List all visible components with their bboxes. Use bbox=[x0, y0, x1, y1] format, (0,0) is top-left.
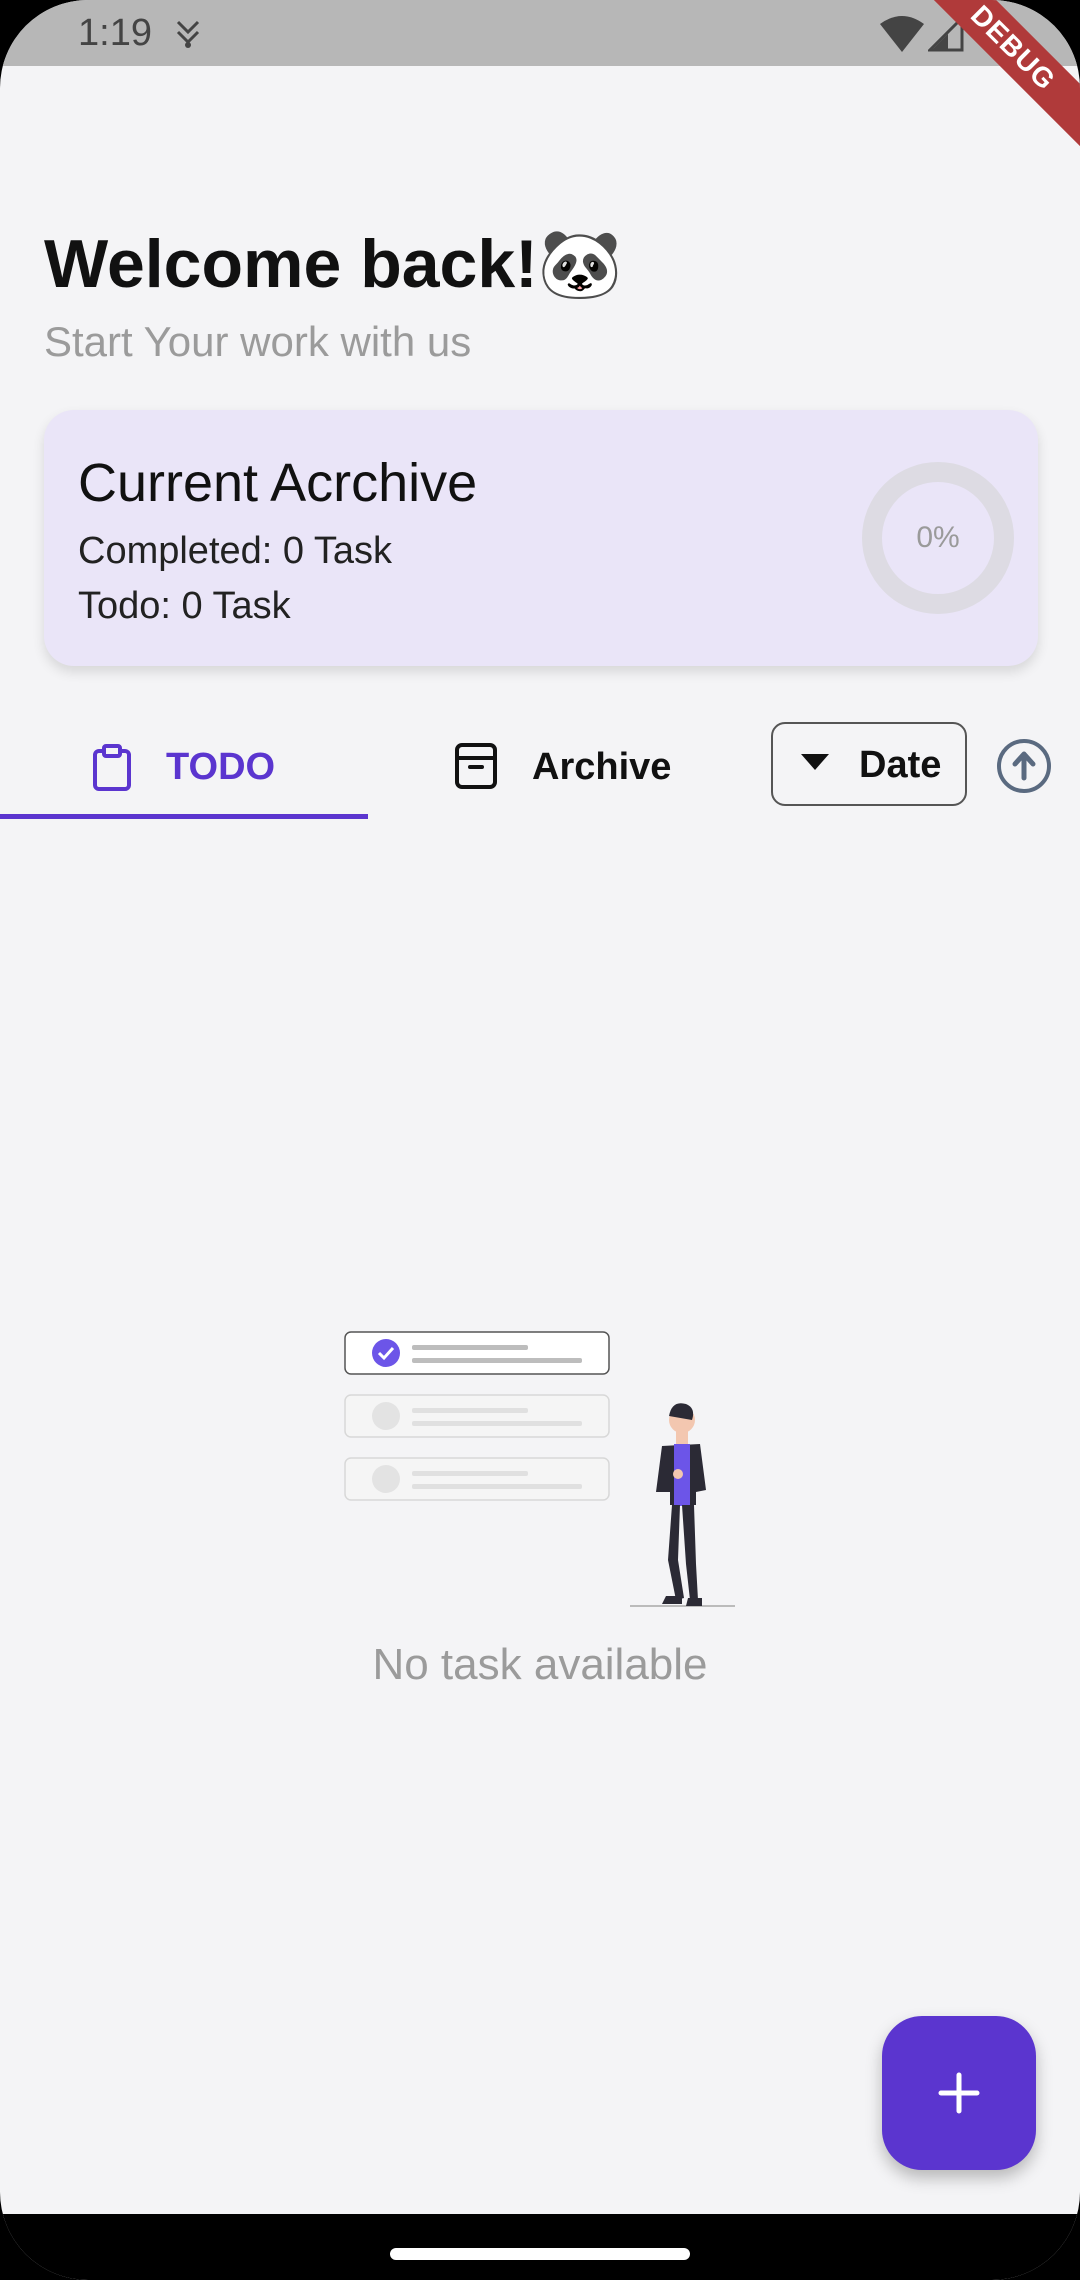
notification-icon bbox=[176, 20, 200, 48]
tab-archive-label: Archive bbox=[532, 746, 672, 788]
sort-dropdown[interactable]: Date bbox=[771, 722, 967, 806]
sort-label: Date bbox=[859, 744, 942, 786]
card-title: Current Acrchive bbox=[78, 453, 478, 513]
add-task-button[interactable] bbox=[882, 2016, 1036, 2170]
clipboard-icon bbox=[93, 744, 131, 791]
empty-state-message: No task available bbox=[372, 1640, 708, 1689]
status-bar: 1:19 DEBUG bbox=[0, 0, 1080, 152]
tab-todo[interactable]: TODO bbox=[0, 718, 368, 818]
page-subtitle: Start Your work with us bbox=[44, 318, 472, 365]
archive-box-icon bbox=[455, 743, 497, 789]
app-screen: 1:19 DEBUG Welcome back!🐼 Start Your wor… bbox=[0, 0, 1080, 2280]
home-indicator[interactable] bbox=[390, 2248, 690, 2260]
status-time: 1:19 bbox=[78, 12, 152, 54]
wifi-icon bbox=[880, 16, 924, 52]
empty-tasks-illustration bbox=[344, 1331, 735, 1607]
todo-count: Todo: 0 Task bbox=[78, 585, 291, 627]
arrow-up-circle-icon[interactable] bbox=[996, 738, 1052, 794]
tab-archive[interactable]: Archive bbox=[368, 718, 758, 818]
caret-down-icon bbox=[801, 754, 829, 770]
tab-indicator bbox=[0, 814, 368, 819]
page-title: Welcome back!🐼 bbox=[44, 226, 623, 302]
plus-icon bbox=[938, 2072, 980, 2114]
system-nav-bar bbox=[0, 2214, 1080, 2280]
progress-percent: 0% bbox=[916, 521, 960, 554]
summary-card: Current Acrchive Completed: 0 Task Todo:… bbox=[44, 410, 1038, 666]
tab-todo-label: TODO bbox=[166, 746, 276, 788]
completed-count: Completed: 0 Task bbox=[78, 530, 393, 572]
